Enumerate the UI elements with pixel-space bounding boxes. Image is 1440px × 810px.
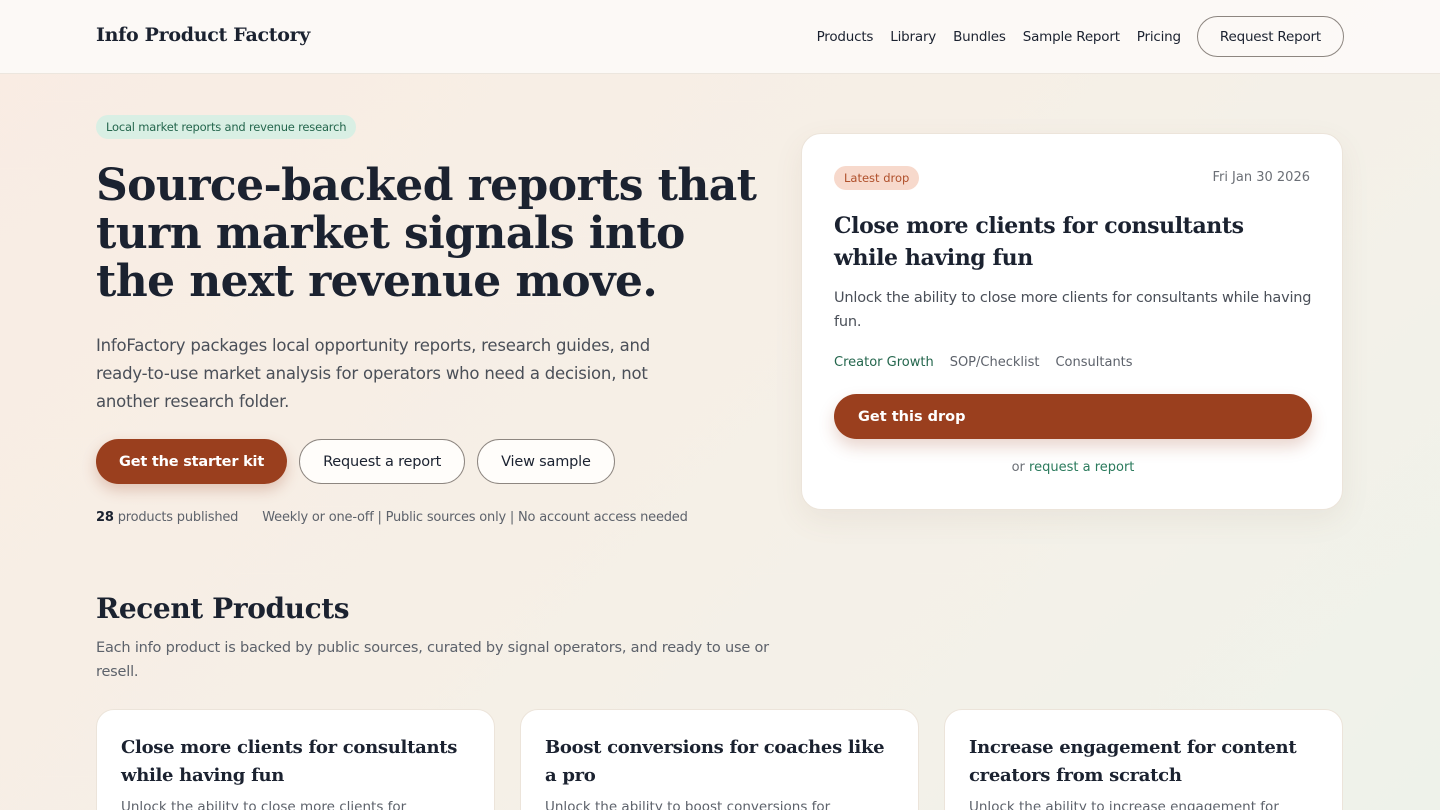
product-card-title[interactable]: Boost conversions for coaches like a pro — [545, 734, 895, 790]
latest-drop-card: Latest drop Fri Jan 30 2026 Close more c… — [801, 133, 1343, 510]
latest-drop-badge: Latest drop — [834, 166, 920, 190]
product-card-title[interactable]: Increase engagement for content creators… — [969, 734, 1319, 790]
brand-logo[interactable]: Info Product Factory — [96, 24, 310, 46]
nav-pricing[interactable]: Pricing — [1137, 29, 1181, 45]
drop-alternative: or request a report — [802, 460, 1344, 475]
nav-bundles[interactable]: Bundles — [953, 29, 1006, 45]
drop-description: Unlock the ability to close more clients… — [834, 290, 1312, 330]
hero-meta: 28 products published Weekly or one-off … — [96, 510, 688, 525]
main-nav: Products Library Bundles Sample Report P… — [817, 16, 1344, 57]
hero-meta-details: Weekly or one-off | Public sources only … — [262, 510, 688, 525]
products-count-label: products published — [117, 510, 239, 525]
recent-products-title: Recent Products — [96, 592, 350, 625]
nav-products[interactable]: Products — [817, 29, 874, 45]
recent-products-subtitle: Each info product is backed by public so… — [96, 640, 769, 680]
hero-subtitle: InfoFactory packages local opportunity r… — [96, 336, 651, 411]
request-a-report-button[interactable]: Request a report — [299, 439, 466, 484]
products-count: 28 — [96, 510, 114, 525]
drop-request-report-link[interactable]: request a report — [1029, 460, 1134, 475]
drop-alt-prefix: or — [1011, 460, 1025, 475]
request-report-button[interactable]: Request Report — [1196, 16, 1344, 57]
drop-date: Fri Jan 30 2026 — [1212, 170, 1310, 185]
product-card-description: Unlock the ability to increase engagemen… — [969, 799, 1279, 810]
get-starter-kit-button[interactable]: Get the starter kit — [96, 439, 288, 484]
drop-tags: Creator Growth SOP/Checklist Consultants — [834, 355, 1133, 370]
top-navigation-bar: Info Product Factory Products Library Bu… — [0, 0, 1440, 74]
drop-title[interactable]: Close more clients for consultants while… — [834, 210, 1314, 274]
view-sample-button[interactable]: View sample — [477, 439, 615, 484]
nav-library[interactable]: Library — [890, 29, 936, 45]
hero-category-pill: Local market reports and revenue researc… — [96, 115, 357, 139]
product-card-description: Unlock the ability to close more clients… — [121, 799, 407, 810]
product-card[interactable]: Increase engagement for content creators… — [944, 709, 1343, 810]
hero-cta-row: Get the starter kit Request a report Vie… — [96, 439, 615, 484]
nav-sample-report[interactable]: Sample Report — [1023, 29, 1120, 45]
product-card[interactable]: Close more clients for consultants while… — [96, 709, 495, 810]
tag-consultants[interactable]: Consultants — [1055, 355, 1132, 370]
get-this-drop-button[interactable]: Get this drop — [834, 394, 1312, 439]
tag-sop-checklist[interactable]: SOP/Checklist — [950, 355, 1040, 370]
tag-creator-growth[interactable]: Creator Growth — [834, 355, 934, 370]
product-card[interactable]: Boost conversions for coaches like a pro… — [520, 709, 919, 810]
product-card-description: Unlock the ability to boost conversions … — [545, 799, 831, 810]
hero-title: Source-backed reports that turn market s… — [96, 160, 757, 307]
product-card-title[interactable]: Close more clients for consultants while… — [121, 734, 471, 790]
